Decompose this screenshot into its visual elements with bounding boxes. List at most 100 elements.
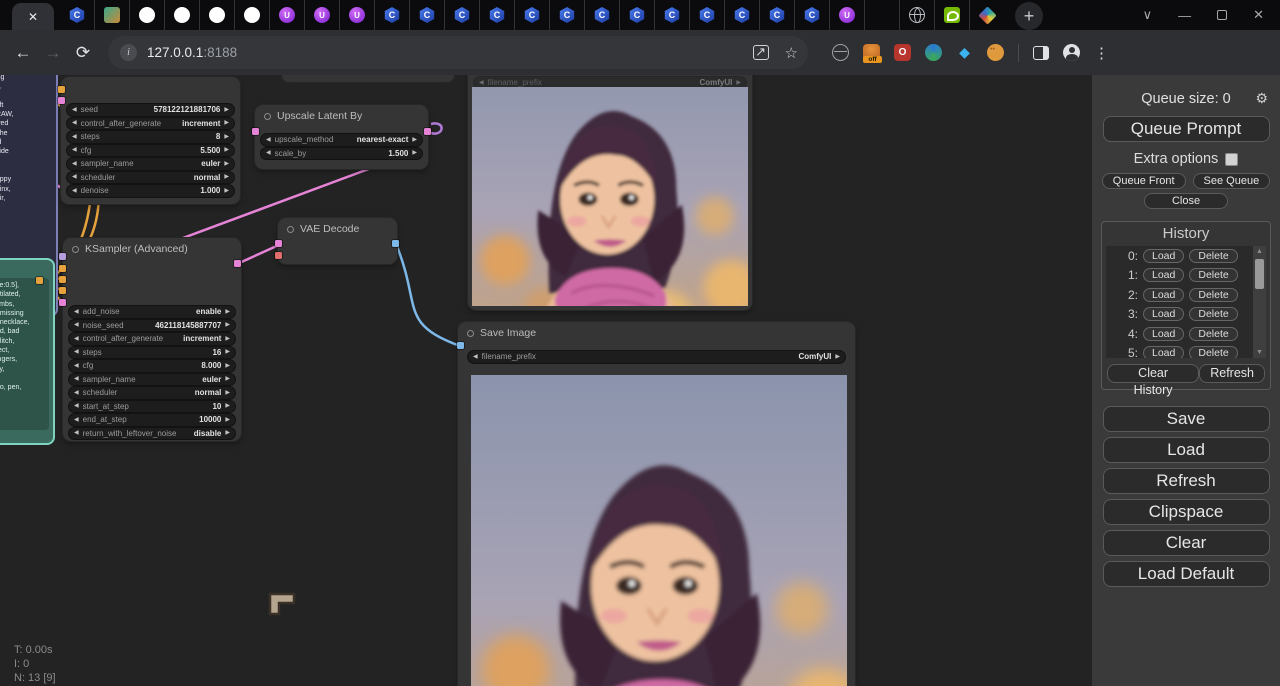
history-delete-button[interactable]: Delete — [1189, 307, 1237, 321]
decrement-arrow-icon[interactable]: ◀ — [266, 137, 271, 143]
ksampler-output-latent[interactable] — [234, 260, 241, 267]
tab-github[interactable] — [130, 0, 165, 30]
settings-gear-icon[interactable]: ⚙ — [1255, 90, 1268, 107]
tab-comfy[interactable]: C — [585, 0, 620, 30]
refresh-button[interactable]: Refresh — [1103, 468, 1270, 494]
queue-prompt-button[interactable]: Queue Prompt — [1103, 116, 1270, 142]
save-image-node[interactable]: Save Image ◀filename_prefixComfyUI▶ — [458, 322, 855, 686]
widget-sampler_name[interactable]: ◀sampler_nameeuler▶ — [67, 158, 234, 170]
save-input-image[interactable] — [457, 342, 464, 349]
widget-denoise[interactable]: ◀denoise1.000▶ — [67, 185, 234, 197]
decrement-arrow-icon[interactable]: ◀ — [266, 150, 271, 156]
history-delete-button[interactable]: Delete — [1189, 249, 1237, 263]
clear-history-button[interactable]: Clear History — [1107, 364, 1199, 383]
reload-icon[interactable]: ⟳ — [68, 43, 98, 63]
clipspace-button[interactable]: Clipspace — [1103, 499, 1270, 525]
widget-filename_prefix[interactable]: ◀filename_prefixComfyUI▶ — [468, 351, 845, 363]
widget-cfg[interactable]: ◀cfg8.000▶ — [69, 360, 235, 372]
close-window-icon[interactable]: ✕ — [1253, 7, 1264, 23]
collapse-dot-icon[interactable] — [287, 226, 294, 233]
close-button[interactable]: Close — [1144, 193, 1228, 209]
globe-extension-icon[interactable] — [832, 44, 849, 61]
decrement-arrow-icon[interactable]: ◀ — [72, 188, 77, 194]
load-button[interactable]: Load — [1103, 437, 1270, 463]
tab-gear[interactable] — [865, 0, 900, 30]
tab-comfy[interactable]: C — [760, 0, 795, 30]
collapse-dot-icon[interactable] — [467, 330, 474, 337]
back-icon[interactable]: ← — [8, 43, 38, 63]
decrement-arrow-icon[interactable]: ◀ — [74, 376, 79, 382]
history-load-button[interactable]: Load — [1143, 346, 1184, 358]
decrement-arrow-icon[interactable]: ◀ — [473, 354, 478, 360]
increment-arrow-icon[interactable]: ▶ — [225, 336, 230, 342]
decrement-arrow-icon[interactable]: ◀ — [479, 80, 484, 86]
side-panel-icon[interactable] — [1033, 46, 1049, 60]
ksampler-input-cond2[interactable] — [59, 287, 66, 294]
increment-arrow-icon[interactable]: ▶ — [224, 161, 229, 167]
tab-comfy[interactable]: C — [60, 0, 95, 30]
tab-comfy[interactable]: C — [445, 0, 480, 30]
increment-arrow-icon[interactable]: ▶ — [225, 403, 230, 409]
widget-end_at_step[interactable]: ◀end_at_step10000▶ — [69, 414, 235, 426]
tab-comfy[interactable]: C — [620, 0, 655, 30]
input-slot-latent[interactable] — [58, 97, 65, 104]
refresh-history-button[interactable]: Refresh — [1199, 364, 1265, 383]
decrement-arrow-icon[interactable]: ◀ — [74, 417, 79, 423]
load-default-button[interactable]: Load Default — [1103, 561, 1270, 587]
increment-arrow-icon[interactable]: ▶ — [225, 417, 230, 423]
widget-upscale_method[interactable]: ◀upscale_methodnearest-exact▶ — [261, 134, 422, 146]
tab-nvidia[interactable] — [935, 0, 970, 30]
increment-arrow-icon[interactable]: ▶ — [224, 107, 229, 113]
preview-image-node[interactable]: ◀filename_prefixComfyUI▶ — [468, 75, 752, 310]
increment-arrow-icon[interactable]: ▶ — [225, 349, 230, 355]
node-graph-canvas[interactable]: iling ile, soft , RAW, urred h the led n… — [0, 75, 1092, 686]
tab-comfy[interactable]: C — [795, 0, 830, 30]
cookie-extension-icon[interactable] — [987, 44, 1004, 61]
history-load-button[interactable]: Load — [1143, 288, 1184, 302]
vae-input-vae[interactable] — [275, 252, 282, 259]
tab-search-chevron-icon[interactable]: ∨ — [1143, 7, 1153, 23]
scroll-down-icon[interactable]: ▼ — [1256, 347, 1263, 358]
increment-arrow-icon[interactable]: ▶ — [225, 390, 230, 396]
forward-icon[interactable]: → — [38, 43, 68, 63]
ksampler-top-node[interactable]: ◀seed578122121881706▶◀control_after_gene… — [61, 77, 240, 204]
history-delete-button[interactable]: Delete — [1189, 288, 1237, 302]
widget-add_noise[interactable]: ◀add_noiseenable▶ — [69, 306, 235, 318]
widget-control_after_generate[interactable]: ◀control_after_generateincrement▶ — [69, 333, 235, 345]
ksampler-advanced-node[interactable]: KSampler (Advanced) ◀add_noiseenable▶◀no… — [63, 238, 241, 441]
tab-ultra[interactable]: U — [305, 0, 340, 30]
increment-arrow-icon[interactable]: ▶ — [412, 150, 417, 156]
tab-comfy[interactable]: C — [515, 0, 550, 30]
adblock-off-extension-icon[interactable]: off — [863, 44, 880, 61]
extra-options-checkbox[interactable] — [1225, 153, 1238, 166]
upscale-latent-node[interactable]: Upscale Latent By ◀upscale_methodnearest… — [255, 105, 428, 169]
tab-marble[interactable] — [970, 0, 1005, 30]
negative-prompt-node[interactable]: ve:0.5], utilated, limbs, , missing , ne… — [0, 258, 55, 445]
ksampler-input-negative[interactable] — [59, 276, 66, 283]
browser-menu-icon[interactable]: ⋮ — [1094, 44, 1109, 62]
increment-arrow-icon[interactable]: ▶ — [225, 376, 230, 382]
increment-arrow-icon[interactable]: ▶ — [412, 137, 417, 143]
see-queue-button[interactable]: See Queue — [1193, 173, 1271, 189]
upscale-input-samples[interactable] — [252, 128, 259, 135]
tab-github[interactable] — [200, 0, 235, 30]
widget-steps[interactable]: ◀steps16▶ — [69, 347, 235, 359]
widget-seed[interactable]: ◀seed578122121881706▶ — [67, 104, 234, 116]
vae-output-image[interactable] — [392, 240, 399, 247]
tab-comfy[interactable]: C — [375, 0, 410, 30]
clear-button[interactable]: Clear — [1103, 530, 1270, 556]
widget-steps[interactable]: ◀steps8▶ — [67, 131, 234, 143]
decrement-arrow-icon[interactable]: ◀ — [74, 336, 79, 342]
tab-ultra[interactable]: U — [340, 0, 375, 30]
increment-arrow-icon[interactable]: ▶ — [224, 147, 229, 153]
history-load-button[interactable]: Load — [1143, 307, 1184, 321]
site-info-icon[interactable]: i — [120, 44, 137, 61]
increment-arrow-icon[interactable]: ▶ — [736, 80, 741, 86]
history-load-button[interactable]: Load — [1143, 327, 1184, 341]
history-load-button[interactable]: Load — [1143, 268, 1184, 282]
increment-arrow-icon[interactable]: ▶ — [224, 188, 229, 194]
share-icon[interactable]: ↗ — [753, 45, 769, 60]
red-o-extension-icon[interactable]: O — [894, 44, 911, 61]
save-button[interactable]: Save — [1103, 406, 1270, 432]
bookmark-star-icon[interactable]: ☆ — [785, 44, 798, 62]
